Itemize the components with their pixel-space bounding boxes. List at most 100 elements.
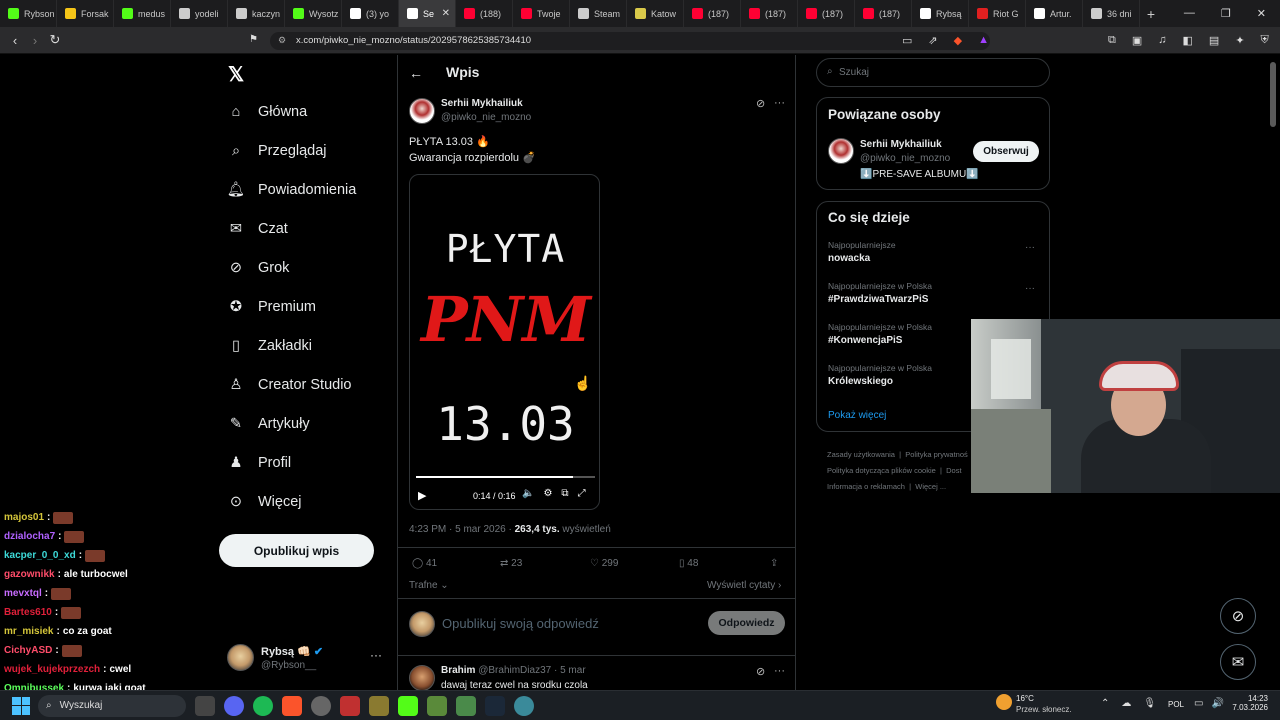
browser-tab[interactable]: Rybsą (912, 0, 969, 27)
chat-username[interactable]: mr_misiek (4, 626, 53, 637)
post-timestamp[interactable]: 4:23 PM · 5 mar 2026 · (409, 524, 515, 535)
app-green-icon[interactable] (456, 695, 476, 716)
obs-icon[interactable] (311, 695, 331, 716)
chat-username[interactable]: dzialocha7 (4, 531, 55, 542)
tray-chevron-icon[interactable]: ⌃ (1101, 698, 1109, 709)
volume-icon[interactable]: 🔊 (1211, 698, 1223, 709)
browser-tab[interactable]: Wysotz (285, 0, 342, 27)
nav-item-article[interactable]: ✎ Artykuły (220, 404, 390, 443)
footer-link-cookies[interactable]: Polityka dotycząca plików cookie (827, 466, 936, 475)
related-name[interactable]: Serhii Mykhailiuk (860, 139, 942, 150)
author-avatar[interactable] (409, 98, 435, 124)
minimize-icon[interactable]: — (1184, 7, 1195, 20)
repost-button[interactable]: ⇄ 23 (500, 558, 522, 569)
new-tab-icon[interactable]: + (1140, 6, 1162, 22)
browser-tab[interactable]: Artur. (1026, 0, 1083, 27)
nav-item-search[interactable]: ⌕ Przeglądaj (220, 131, 390, 170)
nav-item-more[interactable]: ⊙ Więcej (220, 482, 390, 521)
nav-item-profile[interactable]: ♟ Profil (220, 443, 390, 482)
weather-icon[interactable] (996, 694, 1012, 710)
kick-icon[interactable] (398, 695, 418, 716)
chat-username[interactable]: CichyASD (4, 645, 52, 656)
footer-link-more[interactable]: Więcej ... (915, 482, 946, 491)
discord-icon[interactable] (224, 695, 244, 716)
share-icon[interactable]: ⇪ (770, 558, 778, 569)
trend-item[interactable]: #PrawdziwaTwarzPiS (828, 294, 928, 305)
page-scrollbar[interactable] (1270, 62, 1276, 127)
footer-link-accessibility[interactable]: Dost (946, 466, 961, 475)
messages-float-button[interactable]: ✉ (1220, 644, 1256, 680)
trend-more-icon[interactable]: ··· (1025, 242, 1035, 253)
volume-icon[interactable]: 🔈 (522, 488, 534, 499)
music-icon[interactable]: ♫ (1158, 34, 1166, 47)
footer-link-terms[interactable]: Zasady użytkowania (827, 450, 895, 459)
language-indicator[interactable]: POL (1168, 700, 1184, 709)
share-icon[interactable]: ⇗ (928, 34, 937, 47)
tray-cloud-icon[interactable]: ☁ (1121, 698, 1131, 709)
trend-item[interactable]: Królewskiego (828, 376, 893, 387)
browser-tab[interactable]: Katow (627, 0, 684, 27)
bookmark-page-icon[interactable]: ⚑ (249, 34, 258, 45)
browser-tab[interactable]: (3) yo (342, 0, 399, 27)
nav-item-premium[interactable]: ✪ Premium (220, 287, 390, 326)
sidebar-icon[interactable]: ◧ (1183, 34, 1193, 47)
fullscreen-icon[interactable]: ⤢ (578, 488, 586, 499)
forward-icon[interactable]: › (25, 33, 45, 48)
brave-shield-icon[interactable]: ◆ (954, 34, 962, 47)
chat-username[interactable]: mevxtql (4, 588, 42, 599)
sort-replies[interactable]: Trafne ⌄ (409, 580, 449, 591)
back-icon[interactable]: ‹ (5, 33, 25, 48)
browser-tab[interactable]: Steam (570, 0, 627, 27)
footer-link-privacy[interactable]: Polityka prywatnoś (905, 450, 968, 459)
pip-icon[interactable]: ⧉ (561, 488, 568, 499)
play-icon[interactable]: ▶ (418, 489, 426, 502)
browser-tab[interactable]: (188) (456, 0, 513, 27)
video-progress-track[interactable] (416, 476, 595, 478)
close-tab-icon[interactable]: ✕ (442, 8, 450, 19)
trend-more-icon[interactable]: ··· (1025, 283, 1035, 294)
minecraft-icon[interactable] (427, 695, 447, 716)
maximize-icon[interactable]: ❐ (1221, 7, 1231, 20)
screenshot-icon[interactable]: ▣ (1132, 34, 1142, 47)
grok-float-button[interactable]: ⊘ (1220, 598, 1256, 634)
site-info-icon[interactable]: ⚙ (278, 35, 286, 46)
taskbar-search[interactable]: ⌕ Wyszukaj (38, 694, 186, 717)
nav-item-home[interactable]: ⌂ Główna (220, 92, 390, 131)
browser-tab[interactable]: 36 dni (1083, 0, 1140, 27)
show-more-link[interactable]: Pokaż więcej (828, 410, 886, 421)
reply-button[interactable]: ◯ 41 (412, 558, 437, 569)
author-handle[interactable]: @piwko_nie_mozno (441, 112, 531, 123)
chat-username[interactable]: gazownikk (4, 569, 55, 580)
network-icon[interactable]: ▭ (1194, 698, 1203, 709)
reply-author-name[interactable]: Brahim (441, 665, 475, 676)
back-arrow-icon[interactable]: ← (409, 65, 423, 81)
browser-tab[interactable]: Twoje (513, 0, 570, 27)
nav-item-bell[interactable]: 🔔︎ Powiadomienia (220, 170, 390, 209)
related-avatar[interactable] (828, 138, 854, 164)
close-window-icon[interactable]: ✕ (1257, 7, 1266, 20)
globe-icon[interactable] (514, 695, 534, 716)
nav-item-grok[interactable]: ⊘ Grok (220, 248, 390, 287)
nav-item-creator[interactable]: ♙ Creator Studio (220, 365, 390, 404)
reply-author-avatar[interactable] (409, 665, 435, 691)
leo-icon[interactable]: ✦ (1235, 34, 1244, 47)
browser-tab[interactable]: (187) (855, 0, 912, 27)
wallet-icon[interactable]: ▤ (1209, 34, 1219, 47)
clock[interactable]: 14:23 7.03.2026 (1232, 694, 1268, 712)
brave-rewards-icon[interactable]: ▲ (978, 34, 989, 47)
grok-icon[interactable]: ⊘ (756, 665, 765, 678)
browser-tab[interactable]: Se ✕ (399, 0, 456, 27)
footer-link-ads[interactable]: Informacja o reklamach (827, 482, 905, 491)
reply-time[interactable]: · 5 mar (554, 665, 586, 676)
spotify-icon[interactable] (253, 695, 273, 716)
reply-input[interactable]: Opublikuj swoją odpowiedź (442, 616, 599, 631)
brave-icon[interactable] (282, 695, 302, 716)
extensions-icon[interactable]: ⧉ (1108, 34, 1116, 47)
account-switcher[interactable]: Rybsą 👊🏻 ✔ @Rybson__ ··· (227, 644, 387, 674)
url-bar[interactable]: ⚙ x.com/piwko_nie_mozno/status/202957862… (270, 32, 990, 50)
browser-tab[interactable]: Rybson (0, 0, 57, 27)
browser-tab[interactable]: medus (114, 0, 171, 27)
more-options-icon[interactable]: ··· (774, 97, 785, 109)
browser-tab[interactable]: yodeli (171, 0, 228, 27)
reload-icon[interactable]: ↻ (45, 32, 65, 48)
